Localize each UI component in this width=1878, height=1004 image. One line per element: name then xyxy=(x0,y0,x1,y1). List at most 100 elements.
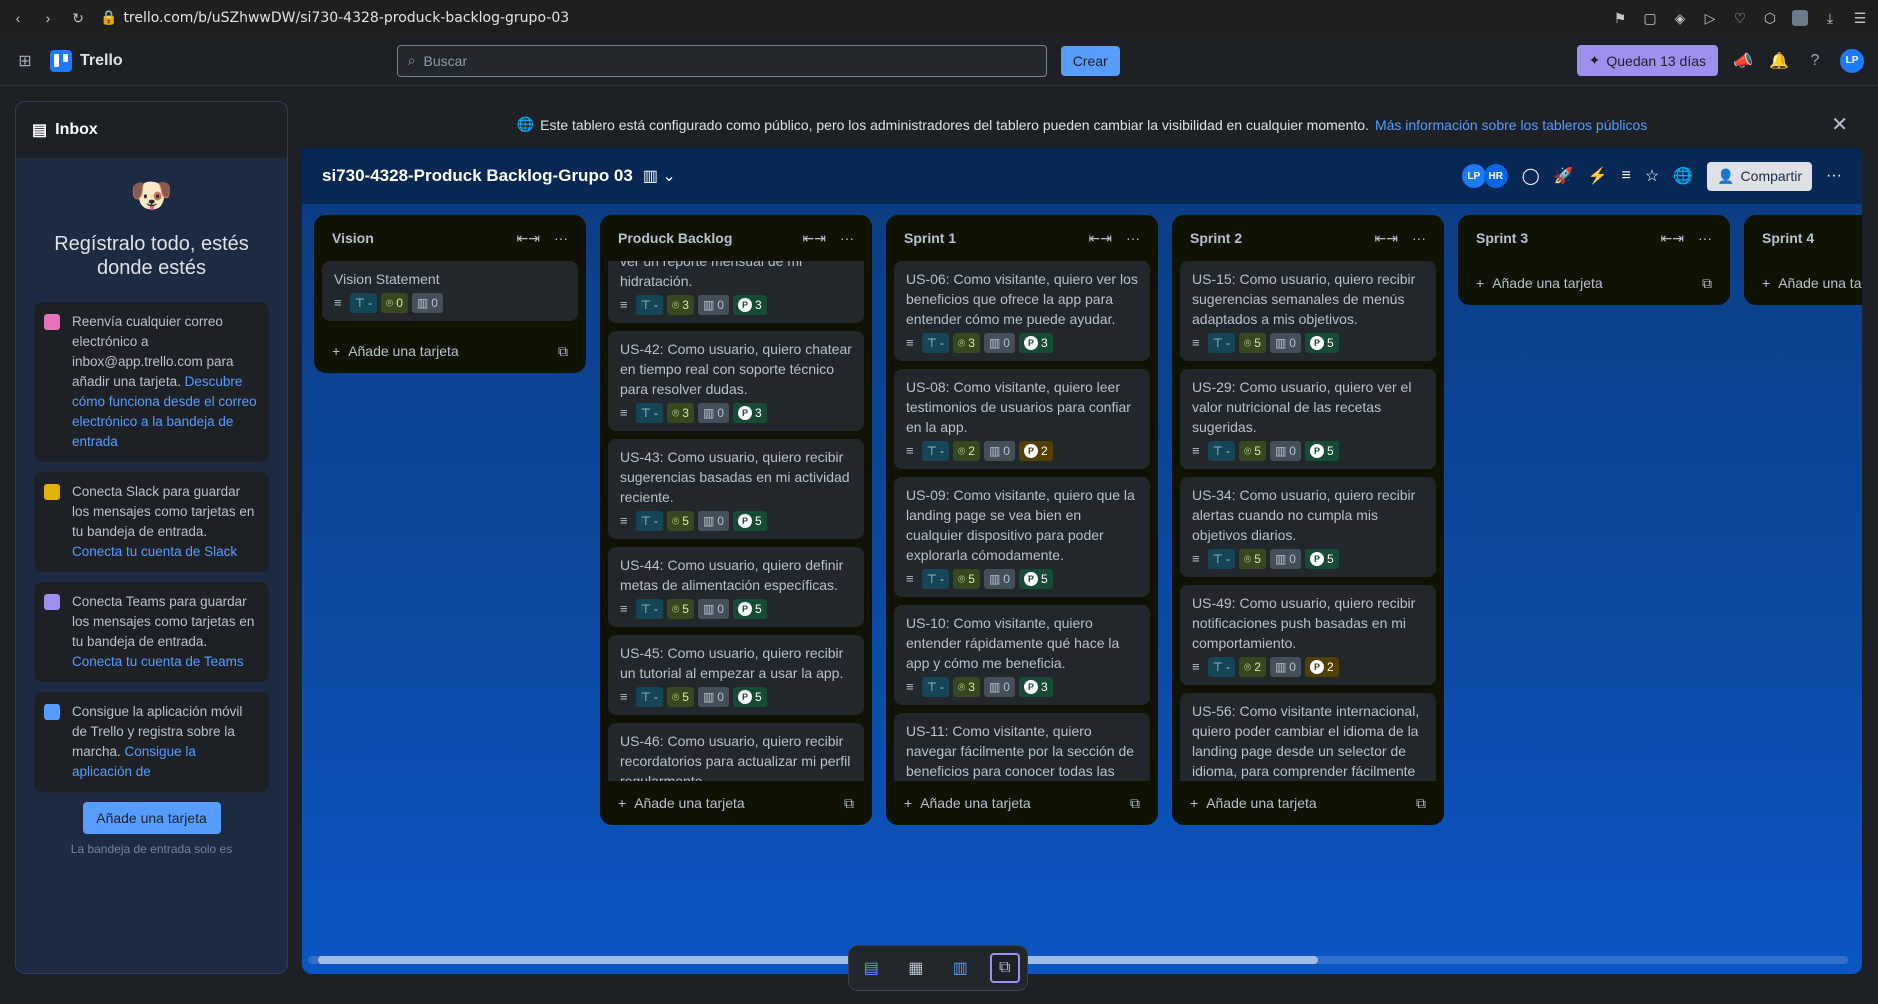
trial-button[interactable]: ✦ Quedan 13 días xyxy=(1576,45,1718,76)
list-title[interactable]: Sprint 4 xyxy=(1762,230,1814,246)
template-icon[interactable]: ⧉ xyxy=(844,795,854,812)
forward-icon[interactable]: › xyxy=(40,10,56,26)
card-list[interactable]: US-15: Como usuario, quiero recibir suge… xyxy=(1180,261,1436,781)
card[interactable]: US-09: Como visitante, quiero que la lan… xyxy=(894,477,1150,597)
collapse-icon[interactable]: ⇤⇥ xyxy=(517,230,540,247)
more-icon[interactable]: ··· xyxy=(1826,167,1842,185)
add-card-row[interactable]: + Añade una tarjeta ⧉ xyxy=(322,329,578,373)
screenshot-icon[interactable]: ▢ xyxy=(1642,10,1658,26)
card[interactable]: US-11: Como visitante, quiero navegar fá… xyxy=(894,713,1150,781)
card[interactable]: US-49: Como usuario, quiero recibir noti… xyxy=(1180,585,1436,685)
address-bar[interactable]: 🔒 trello.com/b/uSZhwwDW/si730-4328-produc… xyxy=(100,10,569,26)
template-icon[interactable]: ⧉ xyxy=(558,343,568,360)
info-link[interactable]: Conecta tu cuenta de Slack xyxy=(72,544,237,559)
collapse-icon[interactable]: ⇤⇥ xyxy=(1375,230,1398,247)
card[interactable]: US-56: Como visitante internacional, qui… xyxy=(1180,693,1436,781)
automation-icon[interactable]: ⚡ xyxy=(1588,166,1608,186)
list-menu-icon[interactable]: ··· xyxy=(1126,230,1140,247)
heart-icon[interactable]: ♡ xyxy=(1732,10,1748,26)
card[interactable]: US-29: Como usuario, quiero ver el valor… xyxy=(1180,369,1436,469)
board-view-icon[interactable]: ▥ ⌄ xyxy=(643,166,676,186)
member-avatar[interactable]: HR xyxy=(1483,164,1508,188)
add-card-row[interactable]: + Añade una tarjeta ⧉ xyxy=(1466,261,1722,305)
filter-icon[interactable]: ≡ xyxy=(1622,167,1631,185)
card[interactable]: US-44: Como usuario, quiero definir meta… xyxy=(608,547,864,627)
profile-icon[interactable] xyxy=(1792,10,1808,26)
megaphone-icon[interactable]: 📣 xyxy=(1732,50,1754,72)
template-icon[interactable]: ⧉ xyxy=(1702,275,1712,292)
list-title[interactable]: Sprint 1 xyxy=(904,230,956,246)
estimate-badge: ⌾ 0 xyxy=(381,293,408,313)
play-icon[interactable]: ▷ xyxy=(1702,10,1718,26)
card-list[interactable]: Vision Statement ≡ ⊤ - ⌾ 0 ▥ 0 xyxy=(322,261,578,329)
add-card-row[interactable]: +Añade una tar⧉ xyxy=(1752,261,1862,305)
inbox-header: ▤ Inbox xyxy=(16,102,287,158)
board-view-icon[interactable]: ▥ xyxy=(945,953,975,983)
download-icon[interactable]: ⤓ xyxy=(1822,10,1838,26)
card-badges: ≡ ⊤ - ⌾ 5 ▥ 0 P 5 xyxy=(620,599,852,619)
planner-icon[interactable]: ▦ xyxy=(901,953,931,983)
member-avatar[interactable]: LP xyxy=(1461,164,1486,188)
list-title[interactable]: Sprint 2 xyxy=(1190,230,1242,246)
card[interactable]: US-15: Como usuario, quiero recibir suge… xyxy=(1180,261,1436,361)
user-avatar[interactable]: LP xyxy=(1840,48,1864,73)
close-icon[interactable]: ✕ xyxy=(1831,112,1848,137)
card[interactable]: US-45: Como usuario, quiero recibir un t… xyxy=(608,635,864,715)
list-menu-icon[interactable]: ··· xyxy=(840,230,854,247)
card[interactable]: US-42: Como usuario, quiero chatear en t… xyxy=(608,331,864,431)
board-title[interactable]: si730-4328-Produck Backlog-Grupo 03 xyxy=(322,166,633,186)
reload-icon[interactable]: ↻ xyxy=(70,10,86,26)
list-menu-icon[interactable]: ··· xyxy=(1412,230,1426,247)
banner-link[interactable]: Más información sobre los tableros públi… xyxy=(1375,117,1647,133)
card[interactable]: US-34: Como usuario, quiero recibir aler… xyxy=(1180,477,1436,577)
collapse-icon[interactable]: ⇤⇥ xyxy=(1089,230,1112,247)
bell-icon[interactable]: 🔔 xyxy=(1768,50,1790,72)
add-card-row[interactable]: + Añade una tarjeta ⧉ xyxy=(894,781,1150,825)
share-button[interactable]: 👤 Compartir xyxy=(1707,161,1813,191)
info-link[interactable]: Conecta tu cuenta de Teams xyxy=(72,654,244,669)
tag-icon: ⌾ xyxy=(672,298,680,312)
list-title[interactable]: Sprint 3 xyxy=(1476,230,1528,246)
rocket-icon[interactable]: 🚀 xyxy=(1554,166,1574,186)
shield-icon[interactable]: ◈ xyxy=(1672,10,1688,26)
list-menu-icon[interactable]: ··· xyxy=(1698,230,1712,247)
list-title[interactable]: Produck Backlog xyxy=(618,230,732,246)
help-icon[interactable]: ? xyxy=(1804,50,1826,72)
inbox-toggle-icon[interactable]: ▤ xyxy=(856,953,886,983)
trello-logo[interactable]: Trello xyxy=(50,49,123,72)
create-button[interactable]: Crear xyxy=(1060,45,1120,76)
card[interactable]: US-43: Como usuario, quiero recibir suge… xyxy=(608,439,864,539)
switch-boards-icon[interactable]: ⧉ xyxy=(989,953,1020,983)
menu-icon[interactable]: ☰ xyxy=(1852,10,1868,26)
collapse-icon[interactable]: ⇤⇥ xyxy=(803,230,826,247)
collapse-icon[interactable]: ⇤⇥ xyxy=(1661,230,1684,247)
visibility-icon[interactable]: 🌐 xyxy=(1673,166,1693,186)
back-icon[interactable]: ‹ xyxy=(10,10,26,26)
star-icon[interactable]: ☆ xyxy=(1645,166,1659,186)
card[interactable]: US-06: Como visitante, quiero ver los be… xyxy=(894,261,1150,361)
card[interactable]: Vision Statement ≡ ⊤ - ⌾ 0 ▥ 0 xyxy=(322,261,578,321)
add-card-row[interactable]: + Añade una tarjeta ⧉ xyxy=(1180,781,1436,825)
horizontal-scrollbar[interactable] xyxy=(308,956,1848,964)
grid-icon: ▥ xyxy=(702,514,715,528)
add-card-button[interactable]: Añade una tarjeta xyxy=(82,802,221,834)
template-icon[interactable]: ⧉ xyxy=(1416,795,1426,812)
app-switcher-icon[interactable]: ⊞ xyxy=(14,50,36,72)
add-card-row[interactable]: + Añade una tarjeta ⧉ xyxy=(608,781,864,825)
list-menu-icon[interactable]: ··· xyxy=(554,230,568,247)
extension-icon[interactable]: ⚑ xyxy=(1612,10,1628,26)
card-list[interactable]: ver un reporte mensual de mi hidratación… xyxy=(608,261,864,781)
card[interactable]: ver un reporte mensual de mi hidratación… xyxy=(608,261,864,323)
card[interactable]: US-08: Como visitante, quiero leer testi… xyxy=(894,369,1150,469)
field-icon: ⊤ xyxy=(1212,552,1224,566)
list-title[interactable]: Vision xyxy=(332,230,374,246)
search-input[interactable]: ⌕ Buscar xyxy=(396,44,1047,77)
chat-icon[interactable]: ◯ xyxy=(1522,166,1540,186)
card[interactable]: US-10: Como visitante, quiero entender r… xyxy=(894,605,1150,705)
type-badge: ⊤ - xyxy=(635,687,664,707)
template-icon[interactable]: ⧉ xyxy=(1130,795,1140,812)
card-list[interactable]: US-06: Como visitante, quiero ver los be… xyxy=(894,261,1150,781)
estimate-badge: ⌾ 3 xyxy=(953,333,980,353)
puzzle-icon[interactable]: ⬡ xyxy=(1762,10,1778,26)
card[interactable]: US-46: Como usuario, quiero recibir reco… xyxy=(608,723,864,781)
